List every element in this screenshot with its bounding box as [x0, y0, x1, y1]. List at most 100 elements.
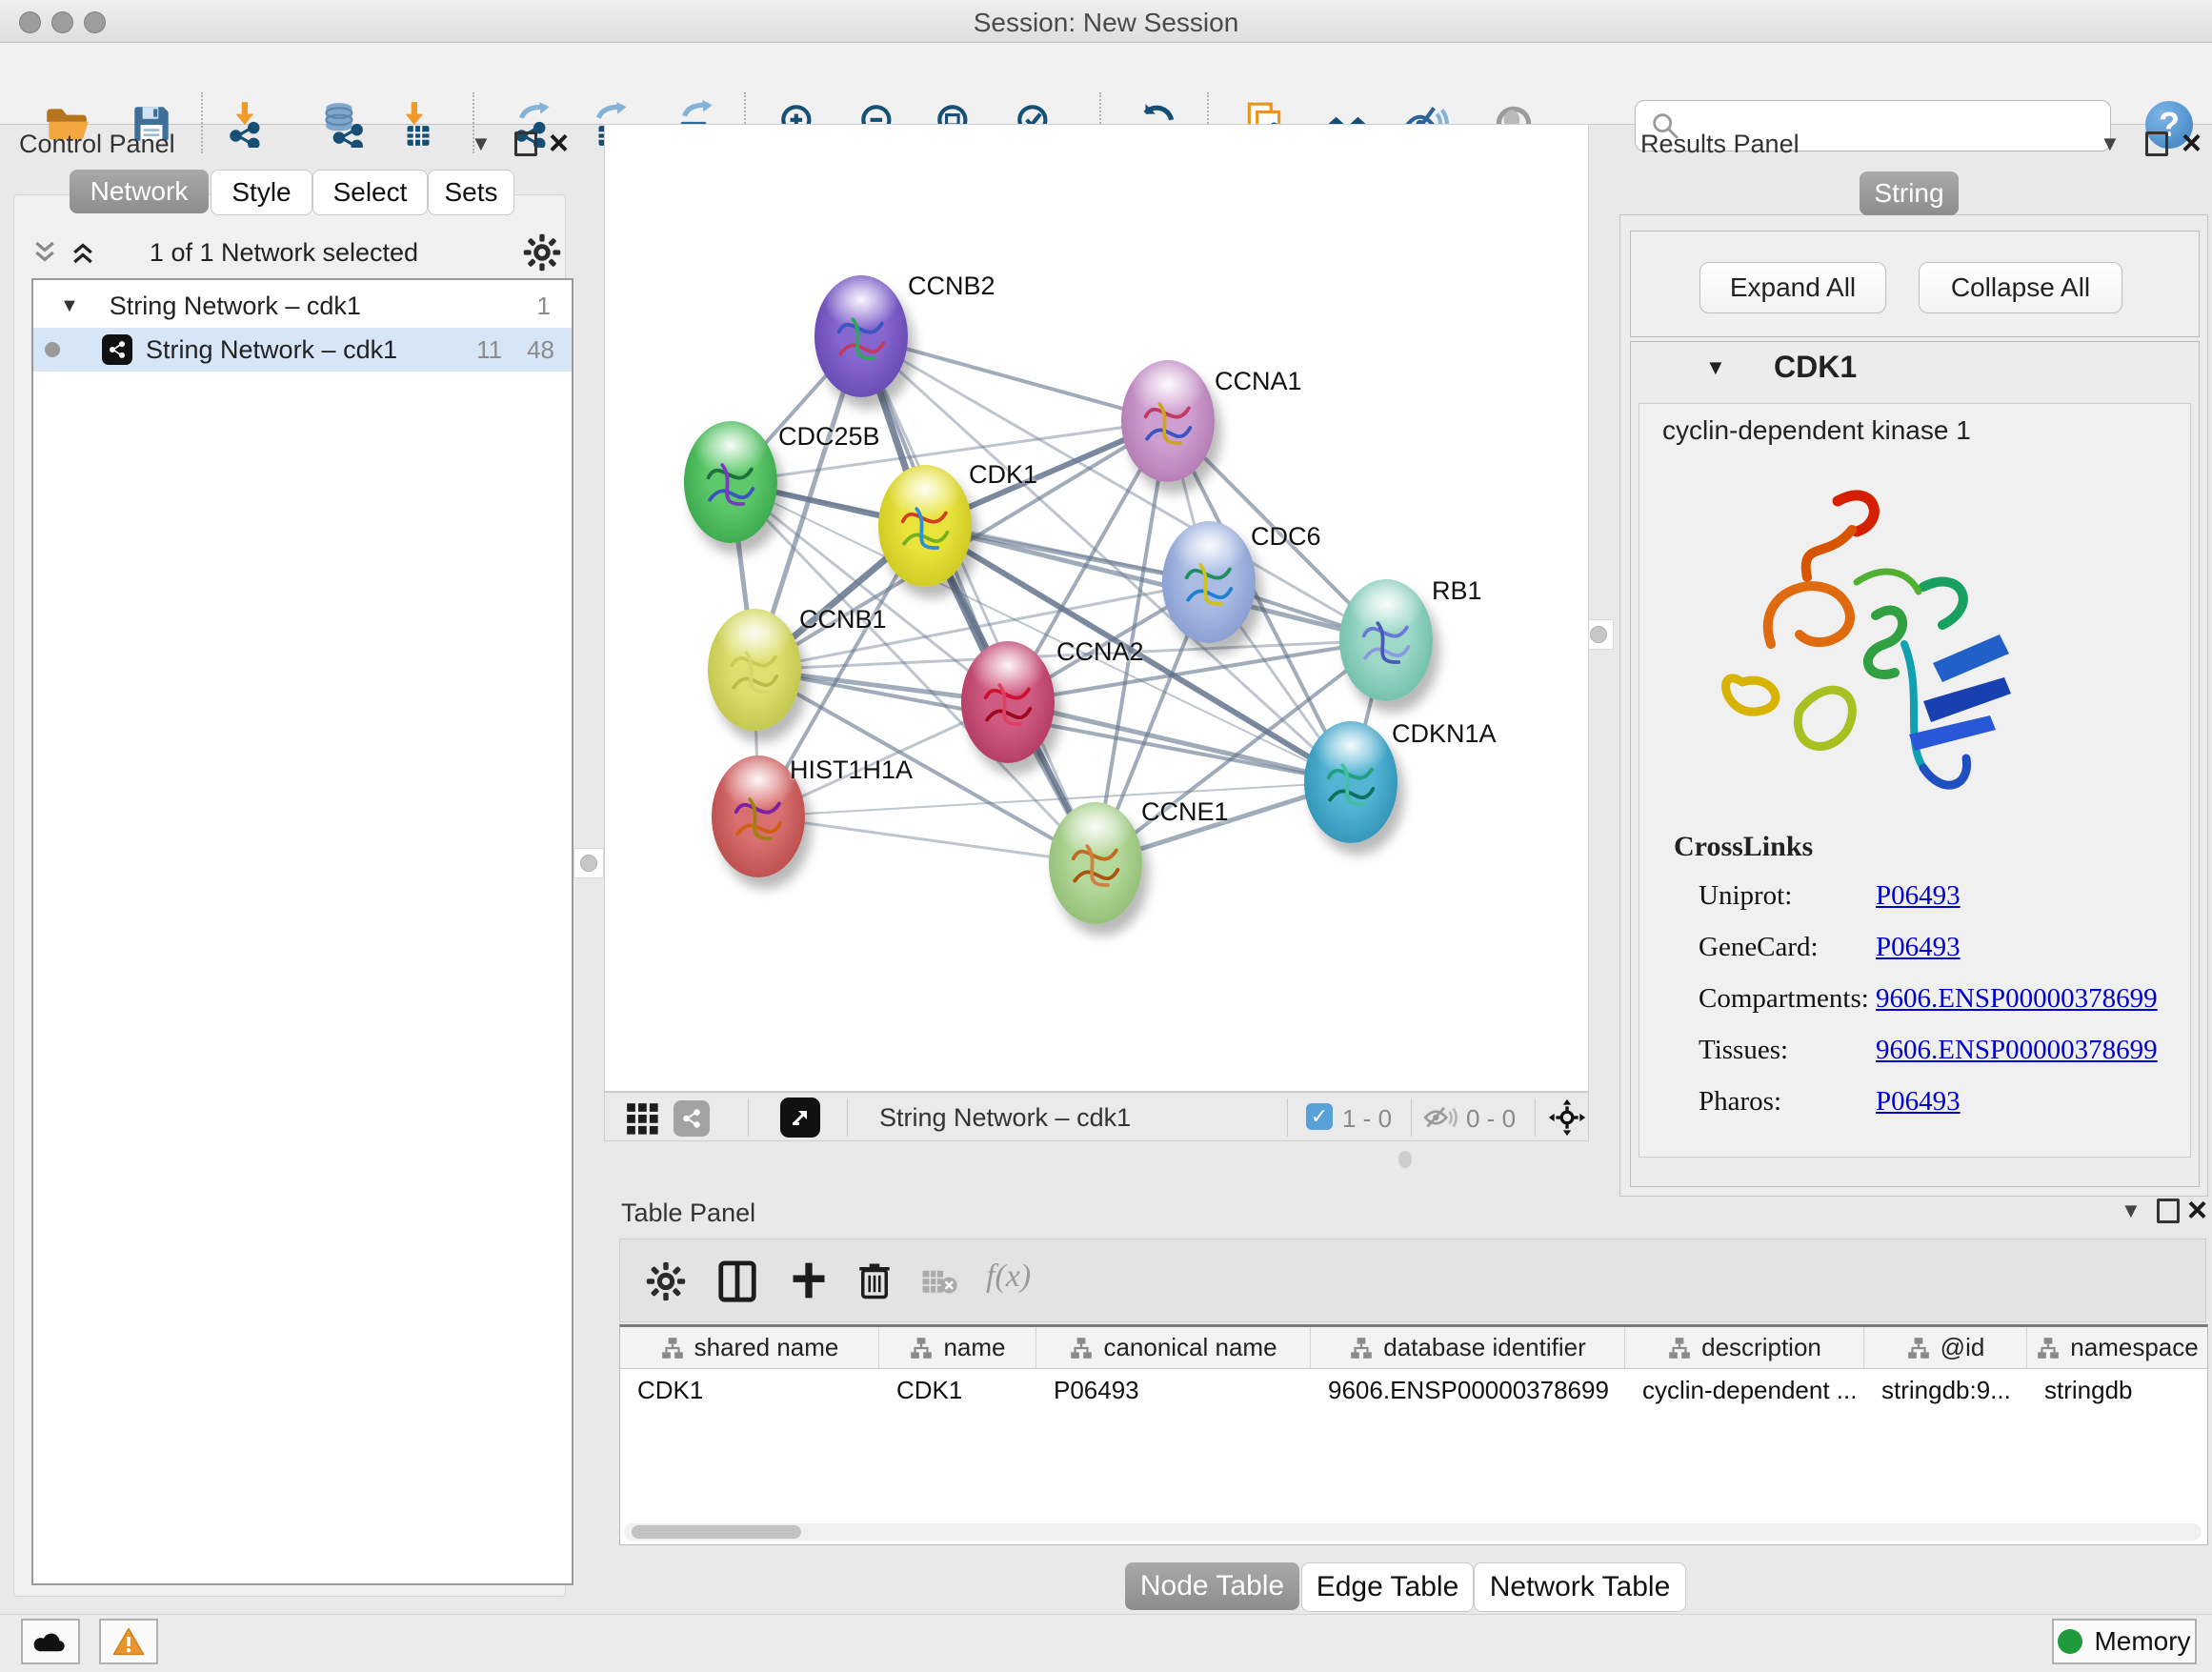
- gene-entry-details: cyclin-dependent kinase 1: [1639, 403, 2191, 1158]
- network-view-toolbar: String Network – cdk1 ✓ 1 - 0 0 - 0: [604, 1092, 1589, 1141]
- network-edge[interactable]: [758, 816, 1096, 863]
- node-label-CCNA2: CCNA2: [1056, 637, 1144, 667]
- node-label-CCNB2: CCNB2: [908, 272, 995, 301]
- table-options-gear-icon[interactable]: [645, 1260, 687, 1302]
- float-table-icon[interactable]: [2157, 1199, 2180, 1223]
- control-panel: Control Panel ▼ × Network Style Select S…: [8, 126, 568, 1601]
- expand-all-icon[interactable]: [67, 238, 99, 267]
- network-label: String Network – cdk1: [146, 335, 397, 365]
- tab-string[interactable]: String: [1860, 171, 1959, 215]
- cell-id[interactable]: stringdb:9...: [1864, 1369, 2027, 1411]
- entry-expander-icon[interactable]: ▼: [1705, 355, 1726, 380]
- tab-node-table[interactable]: Node Table: [1125, 1562, 1299, 1610]
- cell-database-identifier[interactable]: 9606.ENSP00000378699: [1311, 1369, 1625, 1411]
- hidden-eye-icon: [1422, 1104, 1458, 1131]
- create-column-plus-icon[interactable]: [788, 1259, 830, 1302]
- pan-crosshair-icon[interactable]: [1548, 1098, 1586, 1137]
- cell-description[interactable]: cyclin-dependent ...: [1625, 1369, 1864, 1411]
- column-header-namespace[interactable]: namespace: [2027, 1327, 2207, 1369]
- node-label-CDKN1A: CDKN1A: [1392, 719, 1497, 749]
- close-panel-icon[interactable]: ×: [549, 133, 569, 152]
- tab-sets[interactable]: Sets: [428, 170, 514, 215]
- column-header-shared-name[interactable]: shared name: [620, 1327, 879, 1369]
- network-canvas[interactable]: CCNB2CCNA1CDC25BCDK1CDC6RB1CCNB1CCNA2CDK…: [604, 124, 1589, 1092]
- network-row-selected[interactable]: String Network – cdk1 11 48: [33, 328, 572, 372]
- network-node-CDKN1A[interactable]: [1304, 721, 1398, 843]
- cell-namespace[interactable]: stringdb: [2027, 1369, 2207, 1411]
- node-table: shared name name canonical name database…: [619, 1324, 2208, 1545]
- network-collection-row[interactable]: ▼ String Network – cdk1 1: [33, 284, 572, 328]
- string-panel-toggle-icon[interactable]: [674, 1100, 710, 1137]
- close-table-icon[interactable]: ×: [2187, 1200, 2207, 1219]
- node-label-RB1: RB1: [1432, 576, 1482, 606]
- collapse-table-icon[interactable]: ▼: [2121, 1199, 2142, 1223]
- network-node-CCNB2[interactable]: [814, 275, 908, 397]
- selected-count: 1 - 0: [1342, 1104, 1392, 1134]
- left-splitter-handle[interactable]: [573, 848, 604, 878]
- crosslink-genecard-link[interactable]: P06493: [1876, 932, 1961, 963]
- network-edge[interactable]: [1008, 702, 1351, 782]
- show-columns-icon[interactable]: [715, 1259, 759, 1304]
- network-node-CDC25B[interactable]: [684, 421, 777, 543]
- scrollbar-thumb[interactable]: [632, 1525, 801, 1539]
- protein-ribbon-thumbnail: [892, 492, 958, 568]
- network-node-CCNB1[interactable]: [708, 609, 801, 731]
- node-count: 11: [476, 335, 502, 365]
- collapse-panel-icon[interactable]: ▼: [471, 131, 492, 156]
- expand-collapse-box: Expand All Collapse All: [1630, 231, 2200, 337]
- protein-ribbon-thumbnail: [721, 635, 788, 712]
- cell-name[interactable]: CDK1: [879, 1369, 1036, 1411]
- delete-column-trash-icon[interactable]: [855, 1259, 895, 1302]
- birds-eye-view-icon[interactable]: [624, 1100, 660, 1137]
- column-label: database identifier: [1383, 1333, 1585, 1362]
- column-header-canonical-name[interactable]: canonical name: [1036, 1327, 1311, 1369]
- tab-select[interactable]: Select: [312, 170, 428, 215]
- warning-button[interactable]: [99, 1619, 158, 1664]
- column-header-name[interactable]: name: [879, 1327, 1036, 1369]
- open-in-window-icon[interactable]: [780, 1098, 820, 1138]
- tab-edge-table[interactable]: Edge Table: [1301, 1562, 1474, 1612]
- collapse-all-button[interactable]: Collapse All: [1919, 262, 2122, 313]
- network-node-CCNE1[interactable]: [1049, 802, 1142, 924]
- crosslink-compartments-link[interactable]: 9606.ENSP00000378699: [1876, 983, 2158, 1015]
- crosslink-label: Tissues:: [1699, 1035, 1788, 1066]
- network-node-CCNA2[interactable]: [961, 641, 1055, 763]
- crosslink-pharos-link[interactable]: P06493: [1876, 1086, 1961, 1118]
- network-node-CDK1[interactable]: [878, 465, 972, 587]
- memory-button[interactable]: Memory: [2052, 1619, 2197, 1664]
- close-results-icon[interactable]: ×: [2182, 133, 2202, 152]
- tab-network[interactable]: Network: [70, 170, 209, 213]
- cell-shared-name[interactable]: CDK1: [620, 1369, 879, 1411]
- column-header-description[interactable]: description: [1625, 1327, 1864, 1369]
- tree-expander-icon[interactable]: ▼: [60, 295, 79, 317]
- collapse-results-icon[interactable]: ▼: [2100, 131, 2121, 156]
- column-type-icon: [660, 1336, 685, 1360]
- tab-style[interactable]: Style: [211, 170, 312, 215]
- column-header-id[interactable]: @id: [1864, 1327, 2027, 1369]
- network-node-CDC6[interactable]: [1162, 521, 1256, 643]
- table-horizontal-scrollbar[interactable]: [624, 1523, 2202, 1541]
- selected-checkbox[interactable]: ✓: [1306, 1103, 1333, 1130]
- horizontal-splitter-handle[interactable]: [1398, 1151, 1412, 1168]
- column-header-database-identifier[interactable]: database identifier: [1311, 1327, 1625, 1369]
- window-title: Session: New Session: [0, 8, 2212, 38]
- function-builder-icon[interactable]: f(x): [986, 1259, 1031, 1295]
- node-label-CCNA1: CCNA1: [1215, 367, 1302, 396]
- node-label-CDC25B: CDC25B: [778, 422, 880, 452]
- hidden-count: 0 - 0: [1466, 1104, 1516, 1134]
- network-node-RB1[interactable]: [1339, 579, 1433, 701]
- network-node-CCNA1[interactable]: [1121, 360, 1215, 482]
- cloud-button[interactable]: [21, 1619, 80, 1664]
- float-results-icon[interactable]: [2145, 131, 2168, 156]
- expand-all-button[interactable]: Expand All: [1699, 262, 1886, 313]
- cell-canonical-name[interactable]: P06493: [1036, 1369, 1311, 1411]
- delete-table-icon[interactable]: [921, 1268, 959, 1297]
- tab-network-table[interactable]: Network Table: [1474, 1562, 1686, 1612]
- network-options-gear-icon[interactable]: [522, 232, 562, 272]
- node-label-CCNE1: CCNE1: [1141, 797, 1229, 827]
- crosslink-tissues-link[interactable]: 9606.ENSP00000378699: [1876, 1035, 2158, 1066]
- collapse-all-icon[interactable]: [29, 238, 61, 267]
- crosslink-uniprot-link[interactable]: P06493: [1876, 880, 1961, 912]
- float-panel-icon[interactable]: [514, 131, 537, 156]
- protein-ribbon-thumbnail: [975, 668, 1041, 744]
